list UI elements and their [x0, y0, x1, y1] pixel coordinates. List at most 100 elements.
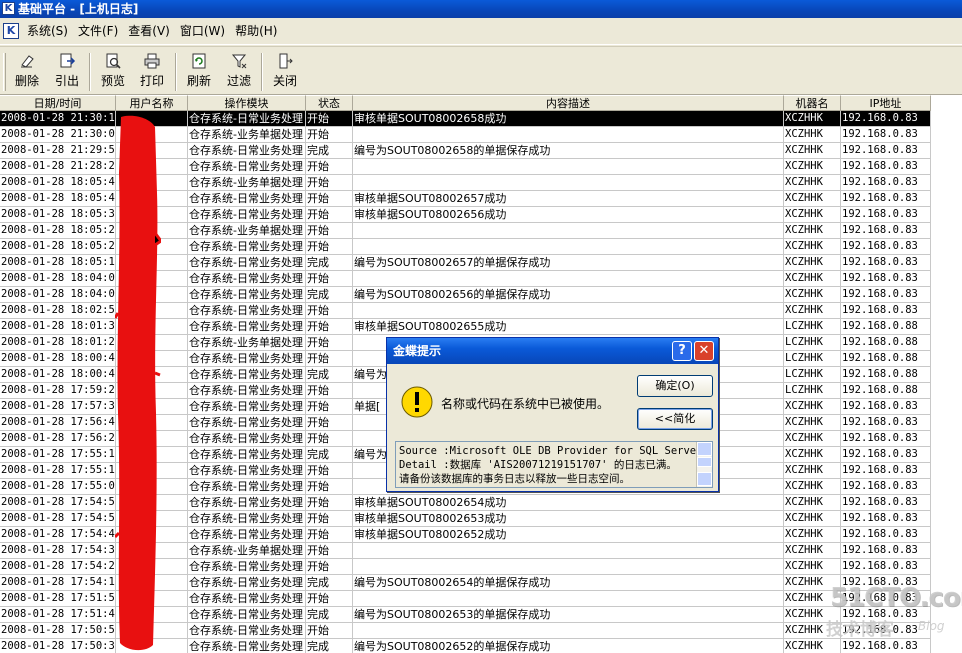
table-row[interactable]: 2008-01-28 18:05:18 仓存系统-日常业务处理 完成 编号为SOUT0…	[0, 255, 931, 271]
col-ip-header[interactable]: IP地址	[841, 95, 931, 111]
col-machine-cell: XCZHHK	[784, 623, 841, 639]
eraser-icon	[18, 52, 36, 70]
detail-detail-line: Detail :数据库 'AIS20071219151707' 的日志已满。	[399, 459, 677, 471]
export-button[interactable]: 引出	[50, 50, 84, 94]
table-row[interactable]: 2008-01-28 18:05:40 仓存系统-日常业务处理 开始 审核单据SOUT…	[0, 191, 931, 207]
table-row[interactable]: 2008-01-28 21:28:27 仓存系统-日常业务处理 开始 XCZHHK 19…	[0, 159, 931, 175]
print-button[interactable]: 打印	[135, 50, 169, 94]
less-details-button[interactable]: <<简化	[637, 408, 713, 430]
table-row[interactable]: 2008-01-28 17:54:11 仓存系统-日常业务处理 完成 编号为SOUT0…	[0, 575, 931, 591]
table-row[interactable]: 2008-01-28 18:05:39 仓存系统-日常业务处理 开始 审核单据SOUT…	[0, 207, 931, 223]
export-label: 引出	[54, 74, 79, 88]
col-content-cell	[353, 591, 784, 607]
filter-button[interactable]: 过滤	[222, 50, 256, 94]
col-user-cell	[116, 143, 188, 159]
col-content-cell: 审核单据SOUT08002658成功	[353, 111, 784, 127]
title-bar[interactable]: K 基础平台 - [上机日志]	[0, 0, 962, 18]
col-machine-cell: XCZHHK	[784, 159, 841, 175]
details-scrollbar[interactable]	[696, 442, 712, 487]
col-user-header[interactable]: 用户名称	[116, 95, 188, 111]
col-status-cell: 开始	[306, 271, 353, 287]
col-module-cell: 仓存系统-日常业务处理	[188, 319, 306, 335]
table-row[interactable]: 2008-01-28 17:51:40 仓存系统-日常业务处理 完成 编号为SOUT0…	[0, 607, 931, 623]
col-status-header[interactable]: 状态	[306, 95, 353, 111]
preview-button[interactable]: 预览	[96, 50, 130, 94]
grid-empty-area	[931, 95, 962, 653]
col-machine-cell: XCZHHK	[784, 143, 841, 159]
dialog-title-bar[interactable]: 金蝶提示 ? ✕	[387, 338, 718, 364]
delete-button[interactable]: 删除	[10, 50, 44, 94]
col-machine-cell: XCZHHK	[784, 607, 841, 623]
col-content-header[interactable]: 内容描述	[353, 95, 784, 111]
ok-button[interactable]: 确定(O)	[637, 375, 713, 397]
dialog-close-button[interactable]: ✕	[694, 341, 714, 361]
col-content-cell: 编号为SOUT08002653的单据保存成功	[353, 607, 784, 623]
scroll-up-icon[interactable]	[697, 442, 712, 456]
close-button[interactable]: 关闭	[268, 50, 302, 94]
menu-file[interactable]: 文件(F)	[73, 22, 123, 40]
col-module-cell: 仓存系统-日常业务处理	[188, 463, 306, 479]
refresh-button[interactable]: 刷新	[182, 50, 216, 94]
col-status-cell: 开始	[306, 319, 353, 335]
table-row[interactable]: 2008-01-28 17:54:32 仓存系统-业务单据处理 开始 XCZHHK 19…	[0, 543, 931, 559]
table-row[interactable]: 2008-01-28 17:50:33 仓存系统-日常业务处理 完成 编号为SOUT0…	[0, 639, 931, 653]
error-details-box[interactable]: Source :Microsoft OLE DB Provider for SQ…	[395, 441, 713, 488]
col-module-header[interactable]: 操作模块	[188, 95, 306, 111]
col-datetime-cell: 2008-01-28 18:01:21	[0, 335, 116, 351]
table-row[interactable]: 2008-01-28 18:05:20 仓存系统-日常业务处理 开始 XCZHHK 19…	[0, 239, 931, 255]
col-ip-cell: 192.168.0.88	[841, 383, 931, 399]
toolbar-separator	[175, 53, 177, 91]
table-row[interactable]: 2008-01-28 17:54:49 仓存系统-日常业务处理 开始 审核单据SOUT…	[0, 527, 931, 543]
col-content-cell	[353, 223, 784, 239]
help-button[interactable]: ?	[672, 341, 692, 361]
table-row[interactable]: 2008-01-28 17:54:50 仓存系统-日常业务处理 开始 审核单据SOUT…	[0, 511, 931, 527]
col-machine-cell: XCZHHK	[784, 431, 841, 447]
scroll-down-icon[interactable]	[697, 472, 712, 486]
table-row[interactable]: 2008-01-28 17:54:51 仓存系统-日常业务处理 开始 审核单据SOUT…	[0, 495, 931, 511]
table-row[interactable]: 2008-01-28 17:51:53 仓存系统-日常业务处理 开始 XCZHHK 19…	[0, 591, 931, 607]
table-row[interactable]: 2008-01-28 17:54:28 仓存系统-日常业务处理 开始 XCZHHK 19…	[0, 559, 931, 575]
scroll-thumb[interactable]	[697, 457, 712, 467]
col-datetime-cell: 2008-01-28 17:51:53	[0, 591, 116, 607]
filter-icon	[230, 52, 248, 70]
table-row[interactable]: 2008-01-28 18:05:28 仓存系统-业务单据处理 开始 XCZHHK 19…	[0, 223, 931, 239]
col-user-cell	[116, 255, 188, 271]
col-datetime-header[interactable]: 日期/时间	[0, 95, 116, 111]
col-user-cell	[116, 383, 188, 399]
col-module-cell: 仓存系统-日常业务处理	[188, 431, 306, 447]
table-row[interactable]: 2008-01-28 17:50:50 仓存系统-日常业务处理 开始 XCZHHK 19…	[0, 623, 931, 639]
mdi-k-icon[interactable]: K	[3, 23, 19, 39]
col-machine-cell: XCZHHK	[784, 511, 841, 527]
table-row[interactable]: 2008-01-28 18:04:08 仓存系统-日常业务处理 开始 XCZHHK 19…	[0, 271, 931, 287]
menu-help[interactable]: 帮助(H)	[230, 22, 282, 40]
col-content-cell	[353, 239, 784, 255]
col-status-cell: 开始	[306, 543, 353, 559]
col-datetime-cell: 2008-01-28 17:54:50	[0, 511, 116, 527]
col-ip-cell: 192.168.0.83	[841, 639, 931, 653]
col-module-cell: 仓存系统-日常业务处理	[188, 383, 306, 399]
table-row[interactable]: 2008-01-28 18:05:48 仓存系统-业务单据处理 开始 XCZHHK 19…	[0, 175, 931, 191]
col-machine-cell: XCZHHK	[784, 223, 841, 239]
table-row[interactable]: 2008-01-28 18:04:06 仓存系统-日常业务处理 完成 编号为SOUT0…	[0, 287, 931, 303]
col-ip-cell: 192.168.0.83	[841, 543, 931, 559]
col-module-cell: 仓存系统-日常业务处理	[188, 191, 306, 207]
menu-view[interactable]: 查看(V)	[123, 22, 175, 40]
table-row[interactable]: 2008-01-28 18:02:59 仓存系统-日常业务处理 开始 XCZHHK 19…	[0, 303, 931, 319]
col-content-cell: 审核单据SOUT08002657成功	[353, 191, 784, 207]
preview-icon	[104, 52, 122, 70]
col-machine-header[interactable]: 机器名	[784, 95, 841, 111]
toolbar-separator	[261, 53, 263, 91]
col-datetime-cell: 2008-01-28 18:00:42	[0, 367, 116, 383]
table-row[interactable]: 2008-01-28 21:30:16 仓存系统-日常业务处理 开始 审核单据SOUT…	[0, 111, 931, 127]
col-user-cell	[116, 303, 188, 319]
col-status-cell: 开始	[306, 159, 353, 175]
table-row[interactable]: 2008-01-28 21:30:03 仓存系统-业务单据处理 开始 XCZHHK 19…	[0, 127, 931, 143]
table-row[interactable]: 2008-01-28 21:29:50 仓存系统-日常业务处理 完成 编号为SOUT0…	[0, 143, 931, 159]
menu-system[interactable]: 系统(S)	[22, 22, 73, 40]
menu-window[interactable]: 窗口(W)	[175, 22, 230, 40]
col-content-cell	[353, 175, 784, 191]
table-row[interactable]: 2008-01-28 18:01:39 仓存系统-日常业务处理 开始 审核单据SOUT…	[0, 319, 931, 335]
col-datetime-cell: 2008-01-28 17:54:32	[0, 543, 116, 559]
col-machine-cell: XCZHHK	[784, 287, 841, 303]
toolbar-grip[interactable]	[3, 53, 6, 91]
